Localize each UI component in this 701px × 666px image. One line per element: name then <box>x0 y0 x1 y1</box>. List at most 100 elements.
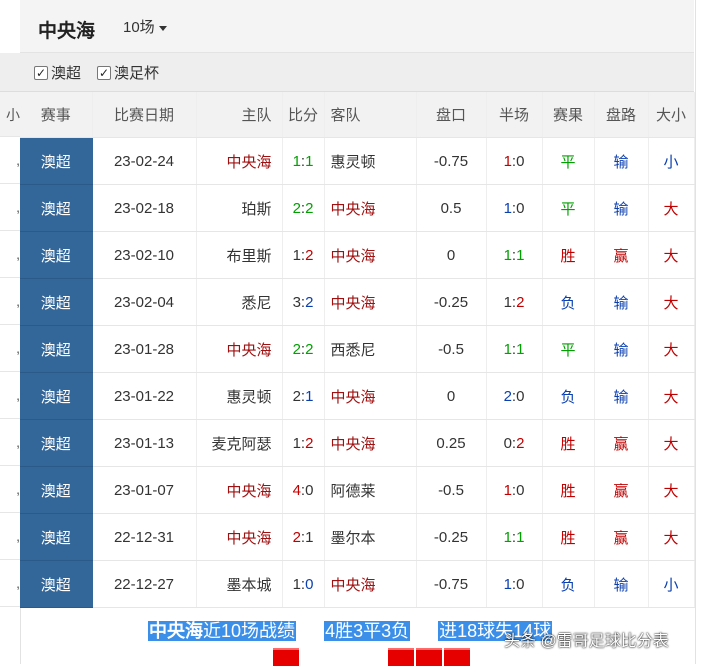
date-cell: 23-02-24 <box>92 137 197 185</box>
adjacent-cell: , <box>0 513 20 560</box>
date-cell: 23-01-22 <box>92 372 197 420</box>
date-cell: 23-01-13 <box>92 419 197 467</box>
score-home: 2 <box>292 340 301 358</box>
halftime-away: 0 <box>516 575 525 593</box>
adjacent-cell: , <box>0 560 20 607</box>
table-header-row: 赛事 比赛日期 主队 比分 客队 盘口 半场 赛果 盘路 大小 <box>20 92 695 138</box>
team-title: 中央海 <box>38 21 96 42</box>
halftime-cell: 1:1 <box>486 231 543 279</box>
col-header-handicap: 盘口 <box>416 92 487 138</box>
col-header-result: 赛果 <box>542 92 595 138</box>
score-away: 0 <box>305 481 314 499</box>
trend-bar <box>273 648 299 666</box>
score-away: 0 <box>305 575 314 593</box>
table-row: 澳超 23-01-22 惠灵顿 2:1 中央海 0 2:0 负输大 <box>20 372 695 420</box>
filter-aleague[interactable]: ✓ 澳超 <box>34 62 81 83</box>
halftime-home: 1 <box>503 199 512 217</box>
panel-header: 中央海 10场 <box>20 0 694 53</box>
score-cell: 1:2 <box>282 231 325 279</box>
match-history-table: 赛事 比赛日期 主队 比分 客队 盘口 半场 赛果 盘路 大小 澳超 23-02-… <box>20 92 695 608</box>
away-team-cell: 中央海 <box>324 231 417 279</box>
score-home: 1 <box>292 246 301 264</box>
halftime-away: 1 <box>516 528 525 546</box>
league-cell[interactable]: 澳超 <box>20 372 93 420</box>
handicap-cell: 0 <box>416 231 487 279</box>
table-row: 澳超 23-02-18 珀斯 2:2 中央海 0.5 1:0 平输大 <box>20 184 695 232</box>
result-cell: 胜 <box>542 513 595 561</box>
adjacent-table-edge: 小 , , , , , , , , , , <box>0 92 20 607</box>
cover-cell: 赢 <box>594 419 649 467</box>
league-cell[interactable]: 澳超 <box>20 137 93 185</box>
table-row: 澳超 23-02-24 中央海 1:1 惠灵顿 -0.75 1:0 平输小 <box>20 137 695 185</box>
league-cell[interactable]: 澳超 <box>20 513 93 561</box>
result-cell: 胜 <box>542 231 595 279</box>
score-home: 2 <box>292 387 301 405</box>
league-cell[interactable]: 澳超 <box>20 278 93 326</box>
result-cell: 负 <box>542 372 595 420</box>
score-away: 2 <box>305 246 314 264</box>
score-away: 1 <box>305 528 314 546</box>
filter-bar-edge <box>0 53 20 92</box>
score-away: 2 <box>305 340 314 358</box>
filter-bar: ✓ 澳超 ✓ 澳足杯 <box>20 53 694 92</box>
adjacent-header-fragment: 小 <box>0 92 20 137</box>
filter-ffa-cup[interactable]: ✓ 澳足杯 <box>97 62 159 83</box>
score-cell: 3:2 <box>282 278 325 326</box>
cover-cell: 输 <box>594 372 649 420</box>
league-cell[interactable]: 澳超 <box>20 325 93 373</box>
trend-bar <box>444 648 470 666</box>
cover-cell: 赢 <box>594 466 649 514</box>
date-cell: 23-02-10 <box>92 231 197 279</box>
checkbox-checked-icon[interactable]: ✓ <box>97 65 111 80</box>
home-team-cell: 珀斯 <box>196 184 283 232</box>
home-team-cell: 墨本城 <box>196 560 283 608</box>
games-count-label: 10场 <box>123 19 155 36</box>
home-team-cell: 布里斯 <box>196 231 283 279</box>
halftime-away: 2 <box>516 293 525 311</box>
halftime-cell: 1:1 <box>486 513 543 561</box>
result-cell: 胜 <box>542 419 595 467</box>
cover-cell: 输 <box>594 137 649 185</box>
table-row: 澳超 23-02-10 布里斯 1:2 中央海 0 1:1 胜赢大 <box>20 231 695 279</box>
date-cell: 22-12-31 <box>92 513 197 561</box>
score-cell: 1:0 <box>282 560 325 608</box>
over-under-cell: 大 <box>648 278 695 326</box>
handicap-cell: -0.5 <box>416 325 487 373</box>
table-row: 澳超 23-01-28 中央海 2:2 西悉尼 -0.5 1:1 平输大 <box>20 325 695 373</box>
score-home: 1 <box>292 434 301 452</box>
league-cell[interactable]: 澳超 <box>20 184 93 232</box>
caret-down-icon <box>158 25 167 31</box>
score-cell: 2:2 <box>282 325 325 373</box>
adjacent-cell: , <box>0 137 20 184</box>
away-team-cell: 墨尔本 <box>324 513 417 561</box>
score-away: 1 <box>305 152 314 170</box>
cover-cell: 赢 <box>594 513 649 561</box>
adjacent-cell: , <box>0 325 20 372</box>
league-cell[interactable]: 澳超 <box>20 231 93 279</box>
over-under-cell: 小 <box>648 137 695 185</box>
col-header-halftime: 半场 <box>486 92 543 138</box>
checkbox-checked-icon[interactable]: ✓ <box>34 65 48 80</box>
halftime-home: 1 <box>503 481 512 499</box>
away-team-cell: 中央海 <box>324 278 417 326</box>
league-cell[interactable]: 澳超 <box>20 560 93 608</box>
league-cell[interactable]: 澳超 <box>20 466 93 514</box>
games-count-dropdown[interactable]: 10场 <box>123 16 167 37</box>
col-header-away: 客队 <box>324 92 417 138</box>
date-cell: 23-01-07 <box>92 466 197 514</box>
adjacent-cell: , <box>0 184 20 231</box>
watermark: 头条 @雷哥足球比分表 <box>504 633 669 650</box>
over-under-cell: 小 <box>648 560 695 608</box>
over-under-cell: 大 <box>648 372 695 420</box>
cover-cell: 输 <box>594 278 649 326</box>
adjacent-cell: , <box>0 466 20 513</box>
score-home: 4 <box>292 481 301 499</box>
halftime-away: 0 <box>516 199 525 217</box>
summary-team-block: 中央海近10场战绩 <box>148 621 297 641</box>
score-home: 1 <box>292 575 301 593</box>
league-cell[interactable]: 澳超 <box>20 419 93 467</box>
score-cell: 1:1 <box>282 137 325 185</box>
score-cell: 2:1 <box>282 372 325 420</box>
filter-ffa-cup-label: 澳足杯 <box>114 65 160 82</box>
halftime-home: 1 <box>503 528 512 546</box>
